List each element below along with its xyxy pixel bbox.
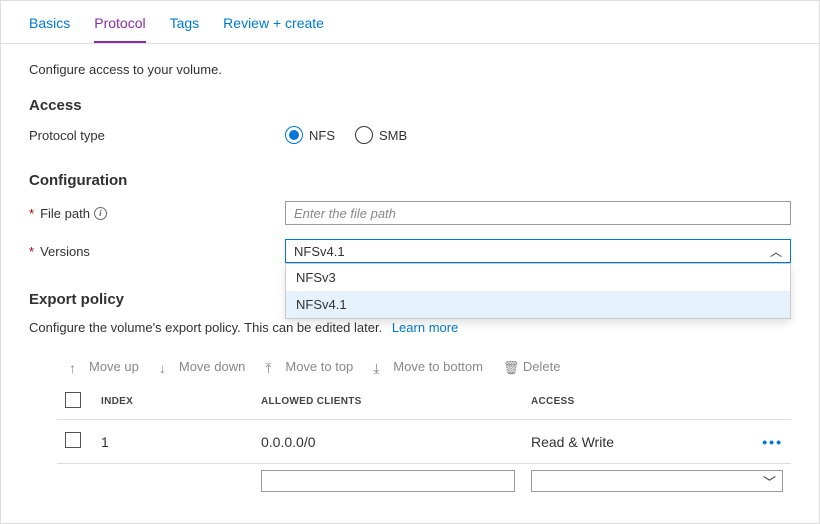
protocol-smb-radio[interactable]: SMB xyxy=(355,126,407,144)
policy-toolbar: Move up Move down Move to top Move to bo… xyxy=(29,351,791,384)
column-allowed-clients: ALLOWED CLIENTS xyxy=(253,384,523,420)
arrow-top-icon xyxy=(265,360,279,374)
required-marker: * xyxy=(29,244,34,259)
tab-tags[interactable]: Tags xyxy=(170,15,200,43)
arrow-bottom-icon xyxy=(373,360,387,374)
versions-label: Versions xyxy=(40,244,90,259)
versions-select[interactable]: NFSv4.1 ︿ xyxy=(285,239,791,263)
versions-dropdown: NFSv3 NFSv4.1 xyxy=(285,263,791,319)
tabs-bar: Basics Protocol Tags Review + create xyxy=(1,1,819,44)
move-to-bottom-button[interactable]: Move to bottom xyxy=(373,359,483,374)
new-allowed-clients-input[interactable] xyxy=(261,470,515,492)
move-to-top-button[interactable]: Move to top xyxy=(265,359,353,374)
file-path-input[interactable] xyxy=(285,201,791,225)
protocol-smb-label: SMB xyxy=(379,128,407,143)
new-access-select[interactable]: ﹀ xyxy=(531,470,783,492)
protocol-type-label: Protocol type xyxy=(29,128,285,143)
column-access: ACCESS xyxy=(523,384,751,420)
tab-review-create[interactable]: Review + create xyxy=(223,15,324,43)
versions-option-nfsv41[interactable]: NFSv4.1 xyxy=(286,291,790,318)
chevron-up-icon: ︿ xyxy=(770,243,782,260)
arrow-down-icon xyxy=(159,360,173,374)
row-access: Read & Write xyxy=(523,420,751,464)
export-policy-table: INDEX ALLOWED CLIENTS ACCESS 1 0.0.0.0/0… xyxy=(57,384,791,492)
tab-basics[interactable]: Basics xyxy=(29,15,70,43)
protocol-nfs-label: NFS xyxy=(309,128,335,143)
page-description: Configure access to your volume. xyxy=(29,62,791,77)
export-policy-description: Configure the volume's export policy. Th… xyxy=(29,320,791,335)
radio-icon xyxy=(355,126,373,144)
protocol-type-radio-group: NFS SMB xyxy=(285,126,791,144)
required-marker: * xyxy=(29,206,34,221)
protocol-nfs-radio[interactable]: NFS xyxy=(285,126,335,144)
select-all-checkbox[interactable] xyxy=(65,392,81,408)
column-index: INDEX xyxy=(93,384,253,420)
row-index: 1 xyxy=(93,420,253,464)
trash-icon xyxy=(503,360,517,374)
chevron-down-icon: ﹀ xyxy=(763,472,776,491)
radio-icon xyxy=(285,126,303,144)
row-actions-menu[interactable]: ••• xyxy=(762,434,783,450)
versions-selected-value: NFSv4.1 xyxy=(294,244,345,259)
row-allowed-clients: 0.0.0.0/0 xyxy=(253,420,523,464)
versions-option-nfsv3[interactable]: NFSv3 xyxy=(286,264,790,291)
table-row: 1 0.0.0.0/0 Read & Write ••• xyxy=(57,420,791,464)
learn-more-link[interactable]: Learn more xyxy=(392,320,458,335)
move-up-button[interactable]: Move up xyxy=(69,359,139,374)
info-icon[interactable]: i xyxy=(94,207,107,220)
access-heading: Access xyxy=(29,97,791,114)
file-path-label: File path xyxy=(40,206,90,221)
row-checkbox[interactable] xyxy=(65,432,81,448)
table-input-row: ﹀ xyxy=(57,464,791,493)
configuration-heading: Configuration xyxy=(29,172,791,189)
delete-button[interactable]: Delete xyxy=(503,359,561,374)
tab-protocol[interactable]: Protocol xyxy=(94,15,145,43)
move-down-button[interactable]: Move down xyxy=(159,359,245,374)
arrow-up-icon xyxy=(69,360,83,374)
